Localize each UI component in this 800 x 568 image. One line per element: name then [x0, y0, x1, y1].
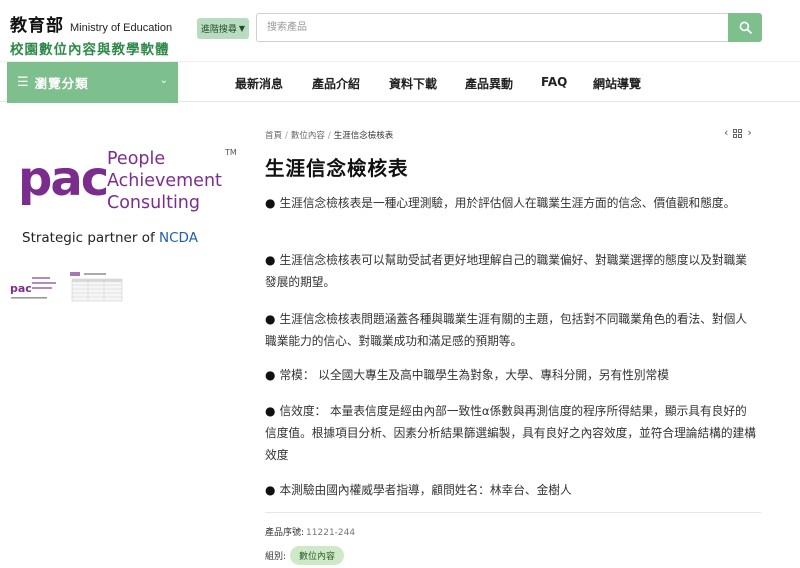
bullet-icon: ●	[265, 483, 276, 497]
breadcrumb-category[interactable]: 數位內容	[291, 131, 325, 141]
product-serial: 產品序號: 11221-244	[265, 525, 355, 538]
bullet-icon: ●	[265, 253, 276, 267]
pac-trademark: TM	[224, 148, 237, 157]
chevron-down-icon: ⌄	[159, 75, 168, 86]
advanced-search-label: 進階搜尋	[200, 25, 237, 35]
pac-tagline-prefix: Strategic partner of	[22, 230, 159, 246]
description-paragraph: ● 生涯信念檢核表問題涵蓋各種與職業生涯有關的主題，包括對不同職業角色的看法、對個…	[265, 312, 747, 348]
pac-brand-line-2: Achievement	[107, 171, 222, 191]
nav-item-sitemap[interactable]: 網站導覽	[593, 75, 641, 92]
serial-value: 11221-244	[306, 528, 356, 538]
nav-item-news[interactable]: 最新消息	[235, 75, 283, 92]
description-paragraph: ● 常模： 以全國大專生及高中職學生為對象，大學、專科分開，另有性別常模	[265, 368, 669, 382]
product-main-image: pac People Achievement Consulting TM Str…	[18, 148, 237, 246]
caret-down-icon: ▼	[238, 24, 246, 33]
bullet-icon: ●	[265, 196, 276, 210]
site-logo[interactable]: 教育部 Ministry of Education 校園數位內容與教學軟體	[10, 11, 172, 58]
advanced-search-button[interactable]: 進階搜尋 ▼	[197, 18, 249, 39]
group-label: 組別:	[265, 552, 287, 562]
logo-chinese-name: 教育部	[10, 16, 64, 36]
breadcrumb-current: 生涯信念檢核表	[333, 131, 394, 141]
main-nav: ☰ 瀏覽分類 ⌄ 最新消息 產品介紹 資料下載 產品異動 FAQ 網站導覽	[0, 61, 800, 103]
pac-brand-mark: pac	[18, 151, 107, 207]
bullet-icon: ●	[265, 404, 276, 418]
description-paragraph: ● 本測驗由國內權威學者指導，顧問姓名：林幸台、金樹人	[265, 483, 572, 497]
product-thumbnail-2[interactable]	[70, 271, 124, 303]
description-paragraph: ● 生涯信念檢核表是一種心理測驗，用於評估個人在職業生涯方面的信念、價值觀和態度。	[265, 196, 736, 210]
product-group: 組別: 數位內容	[265, 546, 345, 565]
search-input[interactable]	[256, 13, 728, 42]
logo-subtitle: 校園數位內容與教學軟體	[10, 42, 170, 58]
group-tag[interactable]: 數位內容	[290, 546, 345, 565]
browse-categories-button[interactable]: ☰ 瀏覽分類 ⌄	[7, 62, 178, 103]
chevron-right-icon[interactable]: ›	[747, 126, 751, 139]
grid-icon[interactable]	[733, 129, 743, 138]
search-button[interactable]	[728, 13, 762, 42]
logo-english-name: Ministry of Education	[70, 22, 173, 34]
bullet-icon: ●	[265, 368, 276, 382]
product-pager: ‹ ›	[724, 126, 752, 139]
search-icon	[739, 21, 752, 34]
product-thumbnail-1[interactable]: pac	[10, 271, 64, 303]
pac-brand-line-3: Consulting	[107, 193, 200, 213]
page-title: 生涯信念檢核表	[265, 157, 409, 180]
description-paragraph: ● 信效度： 本量表信度是經由內部一致性α係數與再測信度的程序所得結果，顯示具有良…	[265, 404, 756, 462]
description-paragraph: ● 生涯信念檢核表可以幫助受試者更好地理解自己的職業偏好、對職業選擇的態度以及對職…	[265, 253, 747, 289]
divider	[265, 512, 761, 513]
serial-label: 產品序號:	[265, 528, 305, 538]
nav-item-products[interactable]: 產品介紹	[312, 75, 360, 92]
chevron-left-icon[interactable]: ‹	[724, 126, 728, 139]
hamburger-icon: ☰	[17, 75, 29, 90]
nav-item-faq[interactable]: FAQ	[541, 75, 567, 89]
breadcrumb-home[interactable]: 首頁	[265, 131, 282, 141]
svg-text:pac: pac	[10, 282, 32, 295]
site-header: 教育部 Ministry of Education 校園數位內容與教學軟體 進階…	[0, 0, 800, 58]
pac-tagline: Strategic partner of NCDA	[22, 230, 199, 246]
nav-item-downloads[interactable]: 資料下載	[389, 75, 437, 92]
breadcrumb: 首頁 / 數位內容 / 生涯信念檢核表	[265, 131, 394, 141]
bullet-icon: ●	[265, 312, 276, 326]
pac-tagline-org: NCDA	[159, 230, 199, 246]
browse-categories-label: 瀏覽分類	[34, 76, 89, 91]
nav-item-product-changes[interactable]: 產品異動	[465, 75, 513, 92]
pac-brand-line-1: People	[107, 149, 165, 169]
